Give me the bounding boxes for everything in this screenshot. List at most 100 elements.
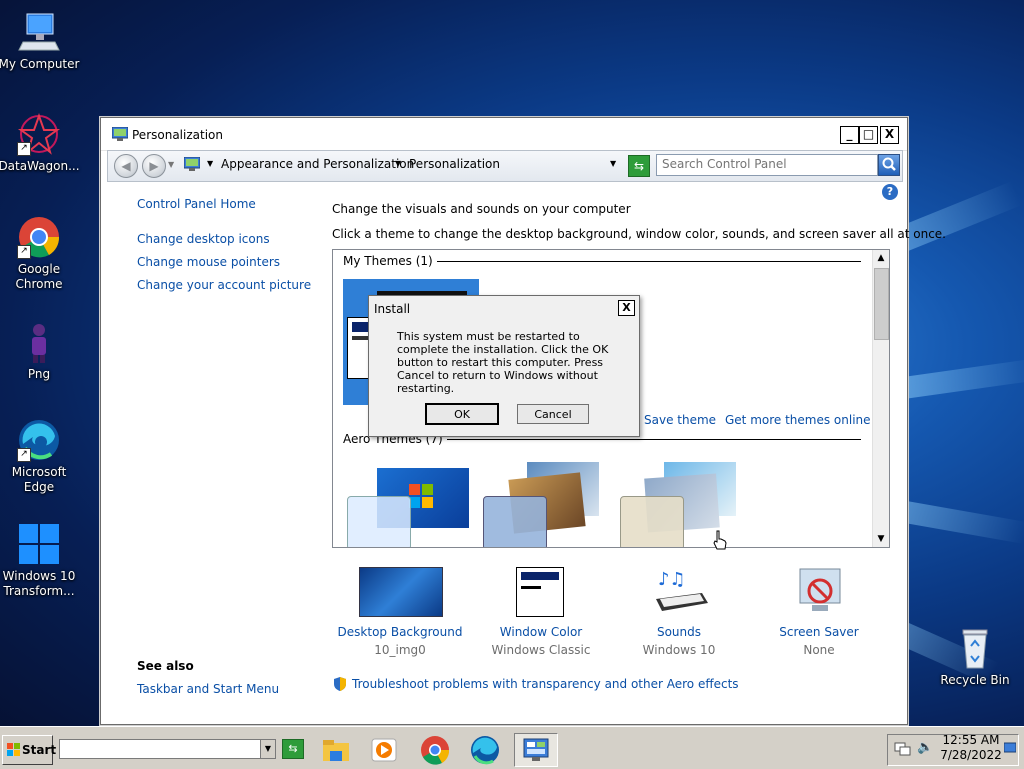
windows-flag-icon [409, 484, 433, 508]
sounds-link[interactable]: Sounds [614, 625, 744, 639]
show-desktop-icon[interactable] [1003, 741, 1017, 758]
system-tray: 🔈 12:55 AM 7/28/2022 [887, 733, 1019, 766]
network-icon[interactable] [894, 741, 912, 760]
forward-button[interactable]: ▶ [142, 154, 166, 178]
sounds-item[interactable]: ♪♫ Sounds Windows 10 [614, 567, 744, 657]
desktop-icon-png[interactable]: Png [0, 320, 81, 382]
shortcut-arrow-icon: ↗ [17, 448, 31, 462]
address-bar[interactable]: ▼ Appearance and Personalization ▼ Perso… [180, 153, 630, 177]
search-box[interactable] [656, 154, 878, 176]
control-panel-home-link[interactable]: Control Panel Home [137, 197, 256, 211]
breadcrumb-personalization[interactable]: Personalization [409, 157, 500, 171]
datawagon-icon: ↗ [17, 112, 61, 156]
desktop-background-item[interactable]: Desktop Background 10_img0 [335, 567, 465, 657]
desktop-icon-label: Google Chrome [15, 262, 63, 291]
close-button[interactable]: X [880, 126, 899, 144]
computer-icon [17, 10, 61, 54]
change-mouse-pointers-link[interactable]: Change mouse pointers [137, 255, 280, 269]
screen-saver-value: None [803, 643, 835, 657]
breadcrumb-chevron-icon[interactable]: ▼ [395, 159, 401, 168]
see-also-heading: See also [137, 659, 194, 673]
my-themes-group-title: My Themes (1) [343, 254, 437, 268]
chrome-icon: ↗ [17, 215, 61, 259]
refresh-icon[interactable]: ⇆ [628, 155, 650, 177]
desktop-icon-windows-10-transform[interactable]: Windows 10 Transform... [0, 522, 81, 599]
desktop-icon-label: DataWagon... [0, 159, 80, 173]
window-color-icon [500, 567, 582, 617]
desktop-icon-datawagon[interactable]: ↗ DataWagon... [0, 112, 81, 174]
get-more-themes-link[interactable]: Get more themes online [725, 413, 871, 427]
address-dropdown-icon[interactable]: ▼ [610, 159, 616, 168]
window-color-value: Windows Classic [491, 643, 591, 657]
windows-flag-icon [7, 743, 20, 756]
shortcut-arrow-icon: ↗ [17, 142, 31, 156]
address-dropdown-icon[interactable]: ▼ [260, 740, 275, 758]
clock[interactable]: 12:55 AM 7/28/2022 [938, 733, 1004, 763]
cancel-button[interactable]: Cancel [517, 404, 589, 424]
edge-icon[interactable] [469, 735, 501, 765]
help-icon[interactable]: ? [882, 184, 898, 200]
desktop-icon-label: Png [27, 367, 51, 381]
search-input[interactable] [657, 155, 872, 173]
sounds-icon: ♪♫ [638, 567, 720, 617]
clock-date: 7/28/2022 [940, 748, 1002, 762]
breadcrumb-appearance[interactable]: Appearance and Personalization [221, 157, 414, 171]
desktop-icon-label: Recycle Bin [940, 673, 1010, 687]
window-color-link[interactable]: Window Color [476, 625, 606, 639]
screen-saver-icon [778, 567, 860, 617]
change-account-picture-link[interactable]: Change your account picture [137, 278, 311, 292]
title-bar[interactable]: Personalization _ □ X [101, 118, 907, 151]
go-icon[interactable]: ⇆ [282, 739, 304, 759]
desktop-icon-label: My Computer [0, 57, 80, 71]
taskbar-address-input[interactable]: ▼ [59, 739, 276, 759]
scroll-thumb[interactable] [874, 268, 889, 340]
page-subheading: Click a theme to change the desktop back… [332, 227, 946, 241]
desktop-icon-recycle-bin[interactable]: Recycle Bin [933, 626, 1017, 688]
taskbar-start-menu-link[interactable]: Taskbar and Start Menu [137, 682, 279, 696]
desktop-background-value: 10_img0 [374, 643, 426, 657]
screen-saver-link[interactable]: Screen Saver [754, 625, 884, 639]
dialog-title: Install [374, 302, 411, 316]
chrome-icon[interactable] [419, 735, 451, 765]
shortcut-arrow-icon: ↗ [17, 245, 31, 259]
taskbar: Start ▼ ⇆ 🔈 12:55 AM 7/28/2022 [0, 726, 1024, 769]
window-color-item[interactable]: Window Color Windows Classic [476, 567, 606, 657]
screen-saver-item[interactable]: Screen Saver None [754, 567, 884, 657]
windows-logo-icon [17, 522, 61, 566]
change-desktop-icons-link[interactable]: Change desktop icons [137, 232, 270, 246]
desktop-background-link[interactable]: Desktop Background [335, 625, 465, 639]
ok-button[interactable]: OK [425, 403, 499, 425]
desktop-icon-label: Windows 10 Transform... [2, 569, 76, 598]
desktop-icon-google-chrome[interactable]: ↗ Google Chrome [0, 215, 81, 292]
control-panel-taskbar-button[interactable] [514, 733, 558, 767]
scroll-up-icon[interactable]: ▲ [873, 250, 889, 266]
scroll-down-icon[interactable]: ▼ [873, 531, 889, 547]
hand-cursor-icon [713, 530, 727, 550]
group-divider [433, 439, 861, 440]
troubleshoot-link[interactable]: Troubleshoot problems with transparency … [352, 677, 739, 691]
file-explorer-icon[interactable] [320, 735, 352, 765]
themes-scrollbar[interactable]: ▲ ▼ [872, 250, 889, 547]
search-button[interactable] [878, 154, 900, 176]
recent-pages-dropdown-icon[interactable]: ▼ [168, 160, 174, 169]
back-button[interactable]: ◀ [114, 154, 138, 178]
install-dialog: Install X This system must be restarted … [368, 295, 640, 437]
window-title: Personalization [132, 128, 223, 142]
theme-thumbnail-architecture[interactable] [483, 462, 607, 547]
navigation-bar: ◀ ▶ ▼ ▼ Appearance and Personalization ▼… [107, 150, 903, 182]
recycle-bin-icon [953, 626, 997, 670]
breadcrumb-chevron-icon[interactable]: ▼ [207, 159, 213, 168]
personalization-icon [111, 126, 129, 141]
desktop-icon-my-computer[interactable]: My Computer [0, 10, 81, 72]
theme-thumbnail-windows[interactable] [347, 468, 471, 547]
dialog-close-button[interactable]: X [618, 300, 635, 316]
person-image-icon [17, 320, 61, 364]
start-button[interactable]: Start [2, 735, 57, 765]
maximize-button[interactable]: □ [859, 126, 878, 144]
minimize-button[interactable]: _ [840, 126, 859, 144]
save-theme-link[interactable]: Save theme [644, 413, 716, 427]
media-player-icon[interactable] [368, 735, 400, 765]
start-label: Start [22, 743, 57, 757]
volume-icon[interactable]: 🔈 [917, 740, 933, 755]
desktop-icon-microsoft-edge[interactable]: ↗ Microsoft Edge [0, 418, 81, 495]
